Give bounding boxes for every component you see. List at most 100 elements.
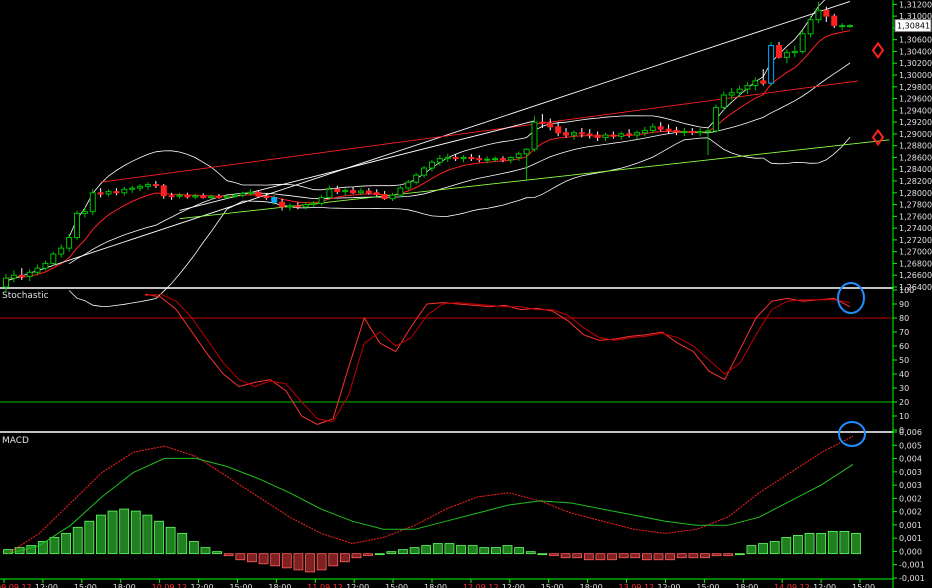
macd-tick-label: 0,005	[899, 441, 922, 450]
candle-body	[444, 156, 451, 160]
candle-body	[641, 129, 648, 134]
candle-body	[563, 132, 570, 136]
macd-histogram-bar	[816, 532, 827, 555]
macd-histogram-bar	[49, 537, 60, 555]
macd-histogram-bar	[281, 553, 292, 569]
macd-histogram-bar	[618, 553, 629, 559]
highlight-circle-icon	[838, 421, 866, 447]
macd-histogram-bar	[398, 549, 408, 555]
macd-tick-label: -0,001	[899, 574, 925, 583]
macd-histogram-bar	[247, 553, 257, 563]
trading-chart[interactable]: 1,312001,310001,308001,306001,304001,302…	[0, 0, 932, 588]
candle-body	[783, 52, 790, 58]
stoch-tick-label: 20	[899, 398, 909, 407]
time-tick-label: 12:00	[191, 583, 214, 588]
macd-histogram-bar	[676, 553, 687, 559]
time-tick-label: 14.09.12	[774, 583, 810, 588]
candle-body	[539, 121, 546, 124]
candle-body	[168, 195, 175, 198]
macd-histogram-bar	[188, 541, 199, 555]
candle-body	[736, 88, 743, 94]
candle-body	[776, 45, 783, 58]
macd-histogram-bar	[409, 547, 420, 555]
candle-body	[689, 131, 696, 134]
time-tick-label: 12:00	[35, 583, 58, 588]
macd-histogram-bar	[746, 545, 757, 555]
candle-body	[697, 131, 704, 134]
candle-body	[847, 25, 853, 28]
macd-histogram-bar	[258, 553, 269, 565]
candle-body	[34, 267, 41, 273]
macd-histogram-bar	[142, 514, 153, 555]
candle-body	[815, 9, 822, 21]
stoch-tick-label: 60	[899, 342, 909, 351]
candle-body	[326, 188, 333, 198]
candle-body	[791, 50, 798, 54]
macd-histogram-bar	[723, 553, 734, 557]
candle-body	[365, 190, 372, 194]
candle-body	[823, 9, 830, 17]
candle-body	[673, 129, 680, 133]
candle-body	[310, 202, 317, 206]
candle-body	[492, 158, 499, 161]
candle-body	[618, 133, 625, 137]
candle-body	[547, 122, 554, 128]
trend-line-red	[100, 80, 858, 183]
macd-tick-label: 0,001	[899, 521, 922, 530]
macd-tick-label: 0,002	[899, 494, 922, 503]
candle-body	[712, 106, 719, 132]
macd-histogram-bar	[688, 553, 699, 559]
candle-body	[152, 184, 159, 187]
candle-body	[831, 15, 838, 27]
candle-body	[239, 192, 246, 196]
candle-body	[436, 158, 443, 163]
ema-line	[5, 30, 851, 279]
stochastic-pane[interactable]	[0, 282, 893, 425]
price-pane[interactable]	[3, 0, 890, 307]
time-tick-label: 09.09.12	[0, 583, 32, 588]
price-tick-label: 1,28000	[899, 189, 932, 198]
candle-body	[334, 188, 341, 193]
price-tick-label: 1,30400	[899, 47, 932, 56]
time-tick-label: 12:00	[346, 583, 369, 588]
stoch-tick-label: 100	[899, 286, 914, 295]
candle-body	[42, 262, 49, 269]
stoch-tick-label: 80	[899, 314, 909, 323]
candle-body	[342, 189, 349, 193]
macd-histogram-bar	[700, 553, 710, 559]
macd-pane[interactable]	[3, 421, 866, 573]
macd-histogram-bar	[630, 553, 641, 559]
candle-body	[626, 133, 633, 136]
candle-body	[89, 192, 96, 213]
candle-body	[50, 253, 57, 264]
price-tick-label: 1,30000	[899, 71, 932, 80]
candle-body	[507, 156, 514, 161]
candle-body	[350, 189, 357, 194]
candle-body	[452, 156, 459, 160]
price-tick-label: 1,27200	[899, 236, 932, 245]
candle-body	[555, 126, 562, 134]
candle-body	[81, 211, 88, 214]
candle-body	[263, 195, 270, 198]
candle-body	[760, 80, 767, 84]
candle-body	[602, 134, 609, 138]
candle-body	[302, 204, 309, 208]
macd-histogram-bar	[607, 553, 617, 561]
candle-body	[649, 126, 656, 131]
last-price-label: 1,30841	[897, 22, 930, 31]
macd-histogram-bar	[804, 532, 815, 555]
candle-body	[144, 184, 151, 187]
time-tick-label: 15:00	[74, 583, 97, 588]
macd-tick-label: 0,003	[899, 481, 922, 490]
macd-tick-label: 0,002	[899, 508, 922, 517]
time-tick-label: 10.09.12	[152, 583, 188, 588]
macd-histogram-bar	[595, 553, 606, 561]
candle-body	[10, 274, 17, 279]
candle-body	[484, 158, 491, 161]
candle-body	[428, 161, 435, 169]
candle-body	[255, 191, 262, 197]
candle-body	[105, 191, 112, 195]
macd-histogram-bar	[525, 551, 536, 555]
candle-body	[610, 134, 617, 137]
time-tick-label: 11.09.12	[307, 583, 343, 588]
